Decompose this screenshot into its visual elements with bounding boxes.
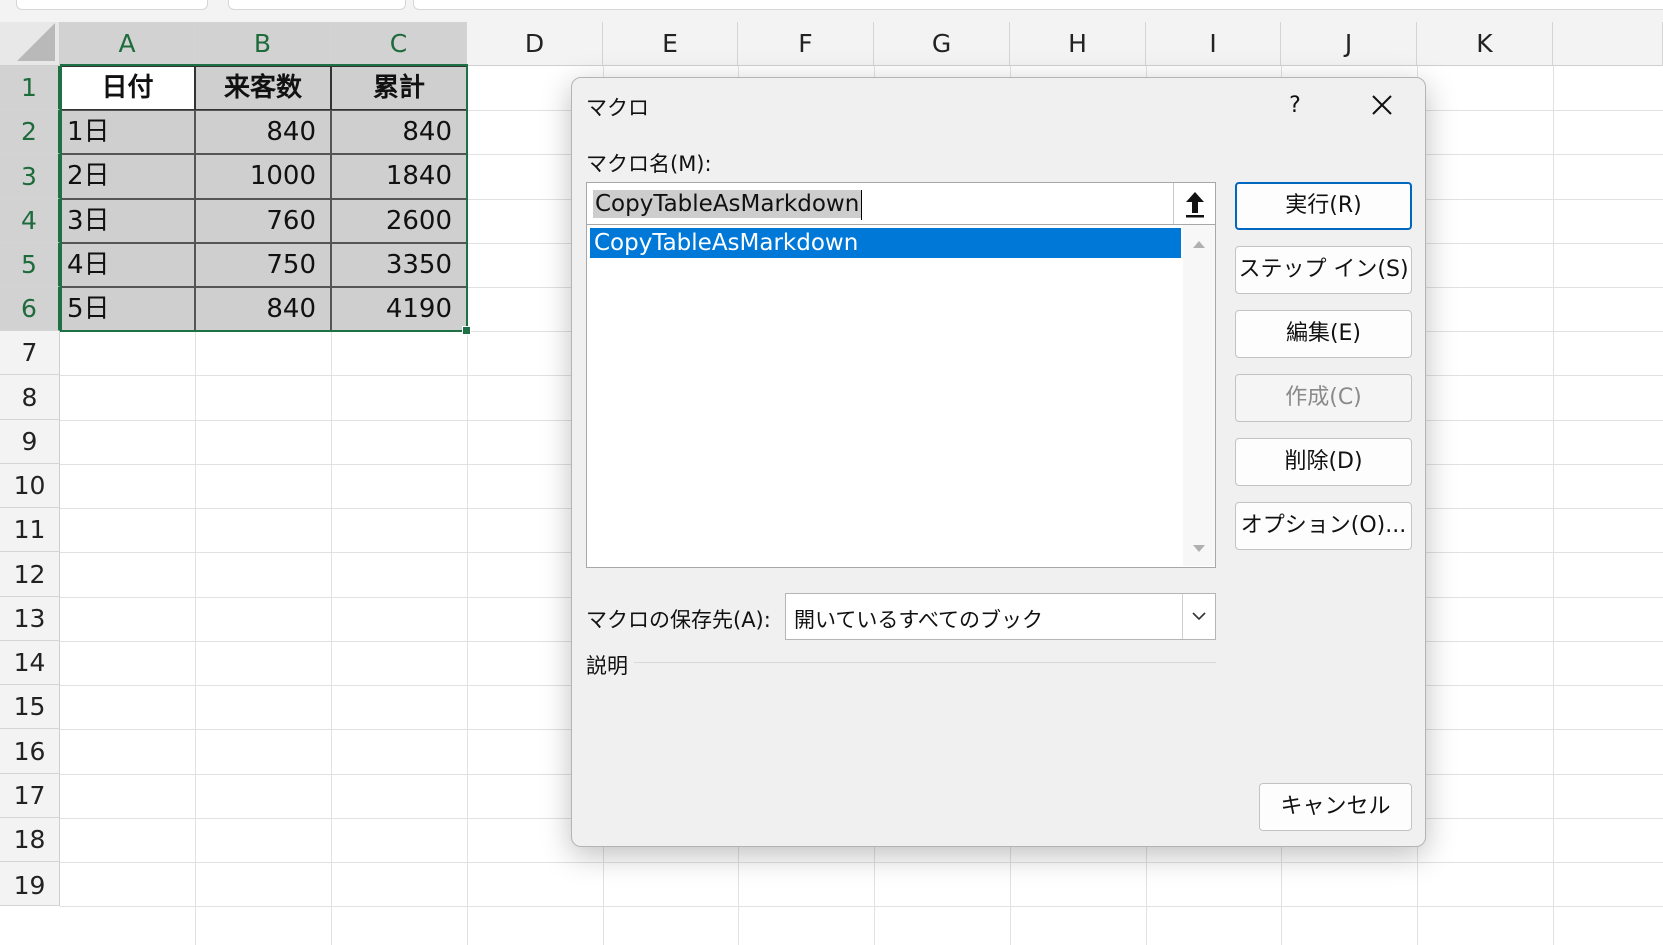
- row-header-5[interactable]: 5: [0, 243, 60, 287]
- options-button[interactable]: オプション(O)...: [1235, 502, 1412, 550]
- cell-a4[interactable]: 3日: [60, 199, 195, 243]
- column-header-c[interactable]: C: [331, 22, 467, 66]
- cell-c1[interactable]: 累計: [331, 66, 467, 110]
- cell-c6[interactable]: 4190: [331, 287, 467, 331]
- create-button[interactable]: 作成(C): [1235, 374, 1412, 422]
- row-header-12[interactable]: 12: [0, 552, 60, 597]
- run-button[interactable]: 実行(R): [1235, 182, 1412, 230]
- text-caret: [861, 190, 862, 220]
- column-header-h[interactable]: H: [1010, 22, 1146, 66]
- step-into-button[interactable]: ステップ イン(S): [1235, 246, 1412, 294]
- scroll-down-icon[interactable]: [1193, 545, 1205, 552]
- formula-buttons[interactable]: [228, 0, 406, 10]
- upload-arrow-icon: [1185, 191, 1204, 217]
- cancel-button[interactable]: キャンセル: [1259, 783, 1412, 831]
- formula-bar-strip: [0, 0, 1663, 22]
- delete-button[interactable]: 削除(D): [1235, 438, 1412, 486]
- row-header-1[interactable]: 1: [0, 66, 60, 110]
- macro-store-select[interactable]: 開いているすべてのブック: [785, 593, 1216, 640]
- close-button[interactable]: [1362, 88, 1402, 124]
- cell-b2[interactable]: 840: [195, 110, 331, 154]
- macro-list-item[interactable]: CopyTableAsMarkdown: [590, 228, 1181, 258]
- cell-a2[interactable]: 1日: [60, 110, 195, 154]
- close-icon: [1372, 95, 1392, 115]
- cell-c4[interactable]: 2600: [331, 199, 467, 243]
- cell-a1[interactable]: 日付: [60, 66, 195, 110]
- column-header-e[interactable]: E: [603, 22, 738, 66]
- column-header-k[interactable]: K: [1417, 22, 1553, 66]
- row-header-10[interactable]: 10: [0, 464, 60, 508]
- list-scrollbar[interactable]: [1183, 225, 1215, 566]
- row-header-11[interactable]: 11: [0, 508, 60, 552]
- cell-b5[interactable]: 750: [195, 243, 331, 287]
- row-header-18[interactable]: 18: [0, 818, 60, 862]
- scroll-up-icon[interactable]: [1193, 241, 1205, 248]
- column-header-l[interactable]: [1553, 22, 1663, 66]
- description-label: 説明: [586, 654, 628, 678]
- column-header-f[interactable]: F: [738, 22, 874, 66]
- cell-c2[interactable]: 840: [331, 110, 467, 154]
- row-header-15[interactable]: 15: [0, 685, 60, 729]
- column-header-i[interactable]: I: [1146, 22, 1281, 66]
- select-all-corner[interactable]: [0, 22, 60, 66]
- row-header-2[interactable]: 2: [0, 110, 60, 154]
- cell-c3[interactable]: 1840: [331, 154, 467, 199]
- edit-button[interactable]: 編集(E): [1235, 310, 1412, 358]
- row-header-17[interactable]: 17: [0, 774, 60, 818]
- cell-a6[interactable]: 5日: [60, 287, 195, 331]
- formula-input[interactable]: [413, 0, 1663, 10]
- row-header-14[interactable]: 14: [0, 641, 60, 685]
- macro-name-value: CopyTableAsMarkdown: [593, 190, 862, 218]
- cell-b1[interactable]: 来客数: [195, 66, 331, 110]
- dropdown-button[interactable]: [1182, 594, 1215, 639]
- cell-b6[interactable]: 840: [195, 287, 331, 331]
- macro-name-label: マクロ名(M):: [586, 152, 712, 176]
- row-header-3[interactable]: 3: [0, 154, 60, 199]
- column-header-a[interactable]: A: [60, 22, 195, 66]
- macro-store-label: マクロの保存先(A):: [586, 608, 771, 632]
- column-header-j[interactable]: J: [1281, 22, 1417, 66]
- column-header-d[interactable]: D: [467, 22, 603, 66]
- cell-b3[interactable]: 1000: [195, 154, 331, 199]
- row-header-16[interactable]: 16: [0, 729, 60, 774]
- cell-a5[interactable]: 4日: [60, 243, 195, 287]
- row-header-4[interactable]: 4: [0, 199, 60, 243]
- chevron-down-icon: [1192, 612, 1206, 621]
- row-header-6[interactable]: 6: [0, 287, 60, 331]
- macro-list[interactable]: CopyTableAsMarkdown: [586, 225, 1216, 568]
- row-header-8[interactable]: 8: [0, 375, 60, 420]
- row-header-13[interactable]: 13: [0, 597, 60, 641]
- name-box[interactable]: [16, 0, 208, 10]
- fill-handle[interactable]: [462, 326, 471, 335]
- row-header-19[interactable]: 19: [0, 862, 60, 906]
- help-button[interactable]: ?: [1278, 90, 1312, 122]
- row-header-9[interactable]: 9: [0, 420, 60, 464]
- macro-dialog: マクロ ? マクロ名(M): CopyTableAsMarkdown CopyT…: [571, 77, 1426, 847]
- cell-b4[interactable]: 760: [195, 199, 331, 243]
- column-header-b[interactable]: B: [195, 22, 331, 66]
- cell-c5[interactable]: 3350: [331, 243, 467, 287]
- upload-macro-button[interactable]: [1173, 183, 1215, 224]
- macro-name-input[interactable]: CopyTableAsMarkdown: [586, 182, 1216, 225]
- description-divider: [634, 662, 1216, 663]
- row-header-7[interactable]: 7: [0, 331, 60, 375]
- cell-a3[interactable]: 2日: [60, 154, 195, 199]
- macro-store-value: 開いているすべてのブック: [794, 608, 1044, 632]
- column-header-g[interactable]: G: [874, 22, 1010, 66]
- dialog-title: マクロ: [586, 96, 649, 120]
- select-all-triangle-icon: [17, 23, 55, 61]
